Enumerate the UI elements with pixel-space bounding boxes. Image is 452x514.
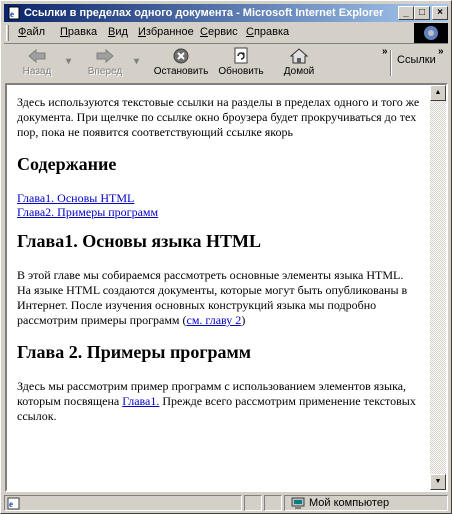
chapter2-paragraph: Здесь мы рассмотрим пример программ с ис… — [17, 379, 420, 424]
document-content: Здесь используются текстовые ссылки на р… — [7, 85, 430, 490]
menu-help[interactable]: Справка — [246, 26, 289, 38]
document-frame: Здесь используются текстовые ссылки на р… — [5, 83, 448, 492]
back-dropdown-icon[interactable]: ▾ — [66, 56, 71, 67]
status-bar: e Мой компьютер — [4, 494, 450, 512]
toolbar-separator — [390, 50, 392, 76]
toolbar: Назад ▾ Вперед ▾ Остановить Обновить Дом… — [4, 43, 448, 83]
status-main-panel: e — [4, 495, 242, 511]
forward-button[interactable]: Вперед — [76, 46, 134, 80]
home-icon — [289, 48, 309, 64]
minimize-button[interactable]: _ — [398, 6, 414, 20]
chapter1-close-paren: ) — [241, 313, 246, 327]
maximize-button[interactable]: □ — [414, 6, 430, 20]
toc-link-chapter2[interactable]: Глава2. Примеры программ — [17, 205, 420, 219]
menu-file[interactable]: Файл — [18, 26, 45, 38]
window-title: Ссылки в пределах одного документа - Mic… — [24, 7, 384, 19]
status-zone-text: Мой компьютер — [309, 497, 390, 509]
menu-edit[interactable]: Правка — [60, 26, 97, 38]
menu-bar: Файл Правка Вид Избранное Сервис Справка — [4, 23, 448, 43]
toc-list: Глава1. Основы HTML Глава2. Примеры прог… — [17, 191, 420, 219]
title-bar[interactable]: e Ссылки в пределах одного документа - M… — [4, 4, 448, 22]
back-button[interactable]: Назад — [8, 46, 66, 80]
see-chapter2-link[interactable]: см. главу 2 — [187, 313, 242, 327]
status-zone-panel: Мой компьютер — [284, 495, 448, 511]
chapter1-heading: Глава1. Основы языка HTML — [17, 231, 262, 251]
links-label[interactable]: Ссылки — [397, 54, 436, 66]
toc-link-chapter1[interactable]: Глава1. Основы HTML — [17, 191, 420, 205]
vertical-scrollbar[interactable]: ▲ ▼ — [430, 85, 446, 490]
toolbar-more-chevron[interactable]: » — [382, 46, 388, 57]
toc-heading: Содержание — [17, 154, 117, 174]
svg-text:e: e — [10, 9, 14, 19]
home-button[interactable]: Домой — [270, 46, 328, 80]
menu-favorites[interactable]: Избранное — [138, 26, 194, 38]
back-arrow-icon — [28, 48, 46, 64]
chapter1-paragraph: В этой главе мы собираемся рассмотреть о… — [17, 268, 420, 328]
browser-window: e Ссылки в пределах одного документа - M… — [0, 0, 452, 514]
forward-arrow-icon — [96, 48, 114, 64]
menu-grip[interactable] — [6, 25, 9, 41]
menu-tools[interactable]: Сервис — [200, 26, 238, 38]
scroll-down-button[interactable]: ▼ — [430, 474, 446, 490]
chapter2-heading: Глава 2. Примеры программ — [17, 342, 252, 362]
stop-button[interactable]: Остановить — [150, 46, 212, 80]
refresh-button[interactable]: Обновить — [212, 46, 270, 80]
status-panel-1 — [244, 495, 262, 511]
page-done-icon: e — [7, 497, 20, 510]
menu-view[interactable]: Вид — [108, 26, 128, 38]
links-more-chevron[interactable]: » — [438, 46, 444, 57]
close-button[interactable]: × — [432, 6, 448, 20]
scroll-up-button[interactable]: ▲ — [430, 85, 446, 101]
computer-icon — [291, 497, 305, 509]
ie-logo-top — [414, 23, 448, 43]
ie-page-icon: e — [8, 6, 20, 20]
svg-text:e: e — [9, 499, 13, 509]
forward-dropdown-icon[interactable]: ▾ — [134, 56, 139, 67]
status-panel-2 — [264, 495, 282, 511]
intro-paragraph: Здесь используются текстовые ссылки на р… — [17, 95, 420, 139]
chapter1-link[interactable]: Глава1. — [122, 394, 159, 408]
stop-icon — [173, 48, 189, 64]
refresh-icon — [234, 47, 248, 64]
